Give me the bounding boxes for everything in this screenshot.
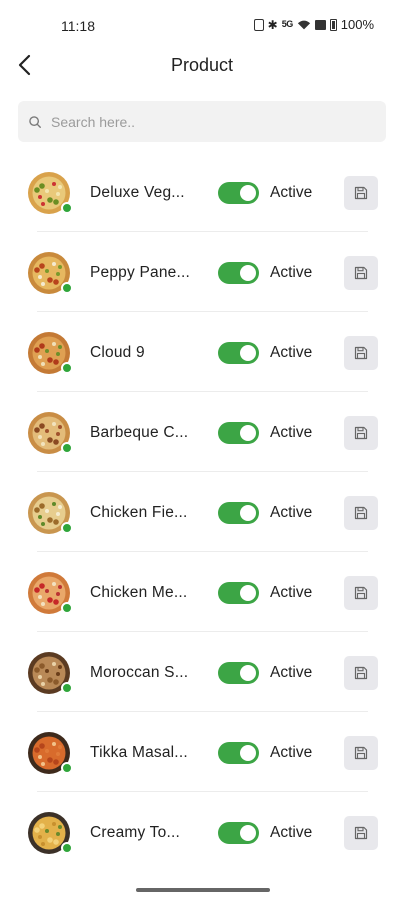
toggle-knob [240, 425, 256, 441]
toggle-knob [240, 185, 256, 201]
product-thumbnail [28, 172, 73, 214]
product-name: Deluxe Veg... [90, 184, 185, 201]
save-icon [354, 666, 368, 680]
save-button[interactable] [344, 256, 378, 290]
active-toggle[interactable] [218, 422, 259, 444]
active-toggle[interactable] [218, 662, 259, 684]
status-time: 11:18 [61, 18, 95, 34]
product-name: Creamy To... [90, 824, 180, 841]
active-toggle[interactable] [218, 582, 259, 604]
online-indicator [61, 362, 73, 374]
save-icon [354, 826, 368, 840]
search-bar[interactable] [18, 101, 386, 142]
product-thumbnail [28, 732, 73, 774]
status-bar: 11:18 ✱ 5G 100% [0, 0, 404, 50]
toggle-knob [240, 585, 256, 601]
product-name: Chicken Me... [90, 584, 188, 601]
status-label: Active [270, 744, 313, 761]
nfc-icon [314, 19, 326, 30]
save-icon [354, 346, 368, 360]
online-indicator [61, 522, 73, 534]
active-toggle[interactable] [218, 262, 259, 284]
bluetooth-icon: ✱ [267, 17, 278, 32]
battery-percent: 100% [340, 17, 374, 32]
page-title: Product [170, 55, 234, 75]
toggle-knob [240, 345, 256, 361]
online-indicator [61, 202, 73, 214]
save-icon [354, 266, 368, 280]
status-label: Active [270, 584, 313, 601]
product-thumbnail [28, 332, 73, 374]
product-row[interactable]: Cloud 9 Active [0, 312, 404, 392]
product-name: Moroccan S... [90, 664, 189, 681]
product-row[interactable]: Deluxe Veg... Active [0, 152, 404, 232]
online-indicator [61, 762, 73, 774]
battery-icon [329, 18, 337, 31]
product-thumbnail [28, 412, 73, 454]
toggle-knob [240, 665, 256, 681]
status-label: Active [270, 184, 313, 201]
product-list: Deluxe Veg... Active Peppy Pane... Active Cl… [0, 152, 404, 872]
product-name: Barbeque C... [90, 424, 189, 441]
product-row[interactable]: Barbeque C... Active [0, 392, 404, 472]
save-button[interactable] [344, 336, 378, 370]
active-toggle[interactable] [218, 342, 259, 364]
online-indicator [61, 282, 73, 294]
search-input[interactable] [51, 113, 371, 130]
product-row[interactable]: Creamy To... Active [0, 792, 404, 872]
search-icon [29, 115, 41, 128]
active-toggle[interactable] [218, 822, 259, 844]
product-row[interactable]: Peppy Pane... Active [0, 232, 404, 312]
app-header: Product [0, 45, 404, 85]
vibrate-icon [253, 18, 264, 31]
product-thumbnail [28, 252, 73, 294]
active-toggle[interactable] [218, 742, 259, 764]
signal-icon: 5G [281, 19, 294, 29]
product-row[interactable]: Moroccan S... Active [0, 632, 404, 712]
status-label: Active [270, 344, 313, 361]
toggle-knob [240, 265, 256, 281]
product-name: Chicken Fie... [90, 504, 188, 521]
save-icon [354, 586, 368, 600]
active-toggle[interactable] [218, 182, 259, 204]
save-button[interactable] [344, 416, 378, 450]
save-button[interactable] [344, 656, 378, 690]
save-button[interactable] [344, 576, 378, 610]
toggle-knob [240, 745, 256, 761]
product-name: Peppy Pane... [90, 264, 190, 281]
save-button[interactable] [344, 176, 378, 210]
online-indicator [61, 842, 73, 854]
save-icon [354, 186, 368, 200]
save-icon [354, 506, 368, 520]
product-name: Tikka Masal... [90, 744, 188, 761]
toggle-knob [240, 825, 256, 841]
status-label: Active [270, 264, 313, 281]
status-label: Active [270, 504, 313, 521]
product-thumbnail [28, 812, 73, 854]
status-label: Active [270, 424, 313, 441]
online-indicator [61, 442, 73, 454]
product-row[interactable]: Chicken Fie... Active [0, 472, 404, 552]
product-row[interactable]: Chicken Me... Active [0, 552, 404, 632]
toggle-knob [240, 505, 256, 521]
save-button[interactable] [344, 816, 378, 850]
home-indicator[interactable] [136, 888, 270, 892]
status-label: Active [270, 664, 313, 681]
active-toggle[interactable] [218, 502, 259, 524]
product-name: Cloud 9 [90, 344, 145, 361]
wifi-icon [297, 20, 310, 29]
online-indicator [61, 682, 73, 694]
product-row[interactable]: Tikka Masal... Active [0, 712, 404, 792]
save-icon [354, 426, 368, 440]
save-button[interactable] [344, 736, 378, 770]
product-thumbnail [28, 652, 73, 694]
status-icons: ✱ 5G 100% [253, 17, 374, 32]
product-thumbnail [28, 492, 73, 534]
product-thumbnail [28, 572, 73, 614]
save-button[interactable] [344, 496, 378, 530]
save-icon [354, 746, 368, 760]
status-label: Active [270, 824, 313, 841]
online-indicator [61, 602, 73, 614]
